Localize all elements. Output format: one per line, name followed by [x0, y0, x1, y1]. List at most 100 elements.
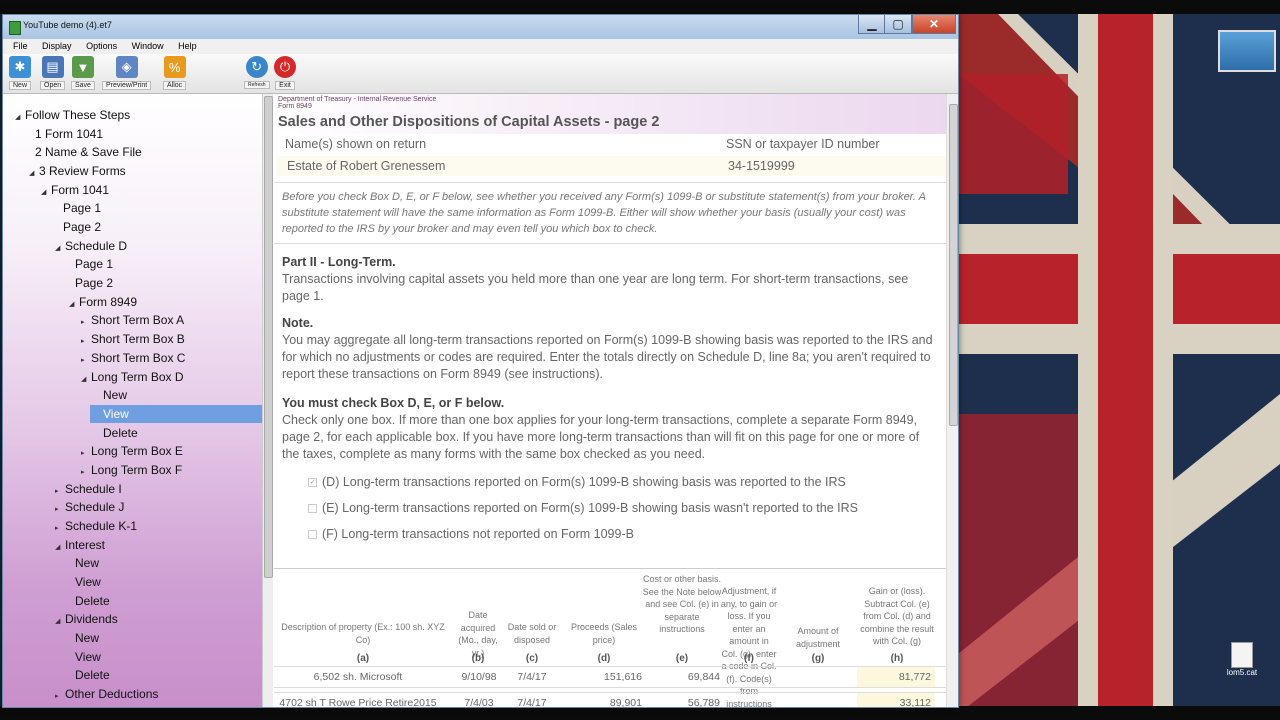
tree-item[interactable]: New	[103, 386, 127, 404]
table-cell[interactable]: 7/4/03	[454, 697, 504, 707]
tree-item[interactable]: Delete	[75, 592, 110, 610]
content-scroll-thumb[interactable]	[949, 104, 958, 426]
tree-item[interactable]: ▸ Other Deductions	[55, 685, 158, 703]
tree-arrow-icon[interactable]: ◢	[15, 109, 25, 127]
tree-item[interactable]: Page 2	[63, 218, 101, 236]
column-letter: (f)	[744, 653, 754, 664]
alloc-button[interactable]: % Alloc	[163, 56, 187, 90]
table-cell[interactable]: 4702 sh T Rowe Price Retire2015	[274, 697, 442, 707]
title-bar[interactable]: YouTube demo (4).et7 ▁ ▢ ✕	[3, 15, 958, 39]
menu-display[interactable]: Display	[42, 41, 72, 51]
tree-item-label: Schedule D	[65, 238, 128, 253]
column-letter: (h)	[890, 653, 904, 664]
table-cell[interactable]: 7/4/17	[508, 697, 556, 707]
tree-item[interactable]: ▸2% Other Deductions	[55, 704, 179, 707]
box-option[interactable]: ✓ (D) Long-term transactions reported on …	[274, 469, 946, 495]
tree-item[interactable]: Delete	[103, 424, 138, 442]
menu-window[interactable]: Window	[132, 41, 164, 51]
name-field[interactable]: Estate of Robert Grenessem	[277, 156, 727, 176]
tree-item-label: Form 8949	[79, 294, 138, 309]
column-letter: (d)	[597, 653, 611, 664]
tree-arrow-icon[interactable]: ◢	[29, 165, 39, 183]
refresh-button[interactable]: ↻ Refresh	[244, 56, 270, 90]
tree-arrow-icon[interactable]: ◢	[81, 371, 91, 389]
open-button[interactable]: ▤ Open	[40, 56, 66, 90]
tree-item[interactable]: ▸ Long Term Box E	[81, 442, 183, 460]
user-avatar[interactable]	[1218, 30, 1276, 72]
tree-item[interactable]: ▸ Schedule J	[55, 498, 124, 516]
box-option[interactable]: (E) Long-term transactions reported on F…	[274, 495, 946, 521]
tree-item[interactable]: ▸ Schedule I	[55, 480, 122, 498]
tree-item[interactable]: ▸ Short Term Box B	[81, 330, 185, 348]
tree-item[interactable]: 2 Name & Save File	[35, 143, 142, 161]
box-option[interactable]: (F) Long-term transactions not reported …	[274, 521, 946, 547]
table-cell[interactable]: 151,616	[564, 671, 642, 683]
menu-help[interactable]: Help	[178, 41, 197, 51]
column-letter: (e)	[675, 653, 689, 664]
content-scrollbar[interactable]	[946, 94, 958, 707]
tree-item[interactable]: New	[75, 629, 99, 647]
tree-item[interactable]: ▸ Long Term Box F	[81, 461, 182, 479]
tree-item[interactable]: Page 1	[63, 199, 101, 217]
minimize-button[interactable]: ▁	[858, 15, 886, 34]
tree-item-label: Long Term Box F	[91, 462, 183, 477]
ssn-field[interactable]: 34-1519999	[718, 156, 946, 176]
check-title: You must check Box D, E, or F below.	[282, 396, 505, 410]
table-cell[interactable]: 56,789	[644, 697, 720, 707]
tree-scroll-thumb[interactable]	[264, 96, 273, 578]
tree-item[interactable]: ▸ Short Term Box C	[81, 349, 185, 367]
wallpaper-flag	[958, 14, 1280, 714]
tree-arrow-icon[interactable]: ◢	[69, 296, 79, 314]
tree-item[interactable]: View	[90, 404, 262, 423]
tree-item[interactable]: ◢ Long Term Box D	[81, 368, 184, 386]
tree-item-label: Page 2	[63, 220, 102, 235]
tree-item[interactable]: ◢ Schedule D	[55, 237, 127, 255]
tree-item-label: New	[75, 631, 100, 646]
maximize-button[interactable]: ▢	[884, 15, 912, 34]
tree-item-label: Delete	[75, 668, 110, 683]
table-cell[interactable]: 81,772	[857, 667, 935, 687]
tree-item[interactable]: ◢ Form 8949	[69, 293, 137, 311]
tree-arrow-icon[interactable]: ◢	[41, 184, 51, 202]
window-title: YouTube demo (4).et7	[23, 20, 112, 30]
menu-options[interactable]: Options	[86, 41, 117, 51]
intro-text: Before you check Box D, E, or F below, s…	[274, 182, 946, 244]
tree-item[interactable]: ▸ Schedule K-1	[55, 517, 137, 535]
exit-button[interactable]: ⏻ Exit	[274, 56, 296, 90]
tree-item[interactable]: Delete	[75, 666, 110, 684]
tree-arrow-icon[interactable]: ◢	[55, 240, 65, 258]
preview-print-button[interactable]: ◈ Preview/Print	[102, 56, 152, 90]
tree-item[interactable]: View	[75, 573, 101, 591]
tree-item[interactable]: Page 1	[75, 255, 113, 273]
menu-file[interactable]: File	[13, 41, 28, 51]
tree-item[interactable]: 1 Form 1041	[35, 125, 103, 143]
checkbox[interactable]	[308, 530, 317, 539]
tree-item-label: Page 1	[75, 257, 114, 272]
tree-arrow-icon[interactable]: ◢	[55, 539, 65, 557]
table-cell[interactable]: 9/10/98	[454, 671, 504, 683]
table-cell[interactable]: 69,844	[644, 671, 720, 683]
column-header: Date sold or disposed	[507, 622, 557, 645]
table-cell[interactable]: 89,901	[564, 697, 642, 707]
tree-item[interactable]: View	[75, 648, 101, 666]
close-button[interactable]: ✕	[912, 15, 956, 34]
tree-item[interactable]: ◢ Dividends	[55, 610, 118, 628]
tree-item[interactable]: ◢ Form 1041	[41, 181, 109, 199]
table-cell[interactable]: 6,502 sh. Microsoft	[274, 671, 442, 683]
tree-item[interactable]: ◢ Follow These Steps	[15, 106, 130, 124]
percent-icon: %	[163, 56, 186, 78]
new-button[interactable]: ✱ New	[9, 56, 32, 90]
tree-item[interactable]: New	[75, 554, 99, 572]
desktop-file[interactable]: lom5.cat	[1226, 642, 1258, 677]
table-cell[interactable]: 33,112	[857, 693, 935, 707]
table-cell[interactable]: 7/4/17	[508, 671, 556, 683]
save-button[interactable]: ▼ Save	[71, 56, 95, 90]
tree-item[interactable]: ◢ 3 Review Forms	[29, 162, 126, 180]
tree-item[interactable]: Page 2	[75, 274, 113, 292]
tree-item[interactable]: ◢ Interest	[55, 536, 105, 554]
checkbox[interactable]: ✓	[308, 478, 317, 487]
checkbox[interactable]	[308, 504, 317, 513]
tree-scrollbar[interactable]	[262, 94, 273, 707]
tree-item[interactable]: ▸ Short Term Box A	[81, 311, 184, 329]
tree-arrow-icon[interactable]: ◢	[55, 613, 65, 631]
